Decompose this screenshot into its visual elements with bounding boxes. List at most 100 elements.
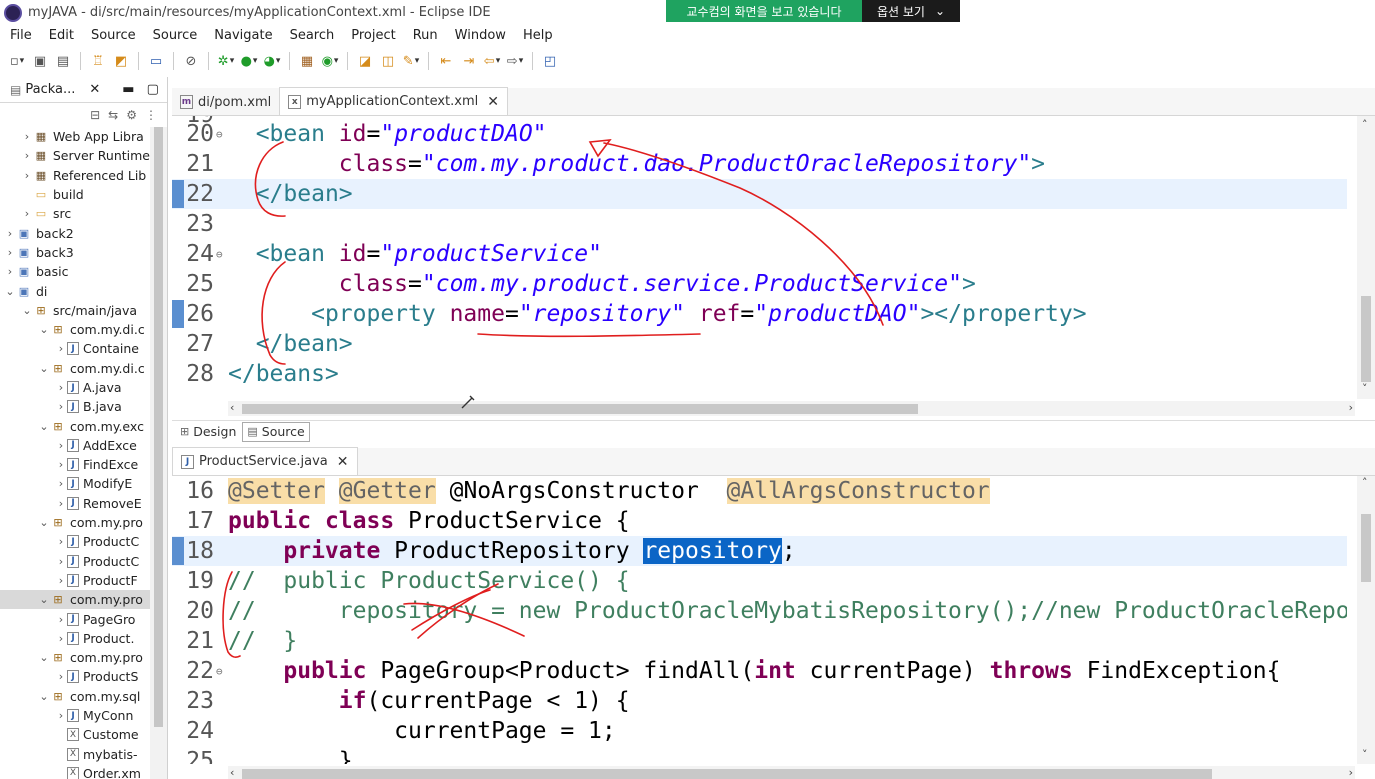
- forward-icon[interactable]: ⇨: [506, 52, 524, 70]
- collapsed-chevron-icon[interactable]: ›: [55, 632, 67, 645]
- maximize-icon[interactable]: ▢: [147, 82, 159, 97]
- collapsed-chevron-icon[interactable]: ›: [55, 497, 67, 510]
- menu-source[interactable]: Source: [81, 28, 143, 43]
- tree-item[interactable]: ⌄ ⊞ com.my.sql: [0, 687, 150, 706]
- tree-item[interactable]: › J ProductF: [0, 571, 150, 590]
- tree-item[interactable]: › ▣ basic: [0, 262, 150, 281]
- collapsed-chevron-icon[interactable]: ›: [55, 709, 67, 722]
- collapsed-chevron-icon[interactable]: ›: [55, 555, 67, 568]
- collapsed-chevron-icon[interactable]: ›: [4, 227, 16, 240]
- back-icon[interactable]: ⇦: [483, 52, 501, 70]
- menu-source-2[interactable]: Source: [143, 28, 205, 43]
- tree-item[interactable]: X Custome: [0, 725, 150, 744]
- fold-toggle-icon[interactable]: ⊖: [216, 248, 228, 261]
- open-folder-icon[interactable]: ◪: [356, 52, 374, 70]
- prev-annotation-icon[interactable]: ⇤: [437, 52, 455, 70]
- scroll-left-icon[interactable]: ‹: [230, 401, 234, 414]
- tree-item[interactable]: Xmybatis-: [0, 745, 150, 764]
- tree-item[interactable]: ⌄ ⊞ com.my.pro: [0, 648, 150, 667]
- expanded-chevron-icon[interactable]: ⌄: [38, 362, 50, 375]
- tree-item[interactable]: › J ModifyE: [0, 474, 150, 493]
- menu-navigate[interactable]: Navigate: [204, 28, 279, 43]
- tree-item[interactable]: ⌄ ⊞ com.my.exc: [0, 416, 150, 435]
- close-icon[interactable]: ✕: [487, 94, 499, 110]
- collapse-all-icon[interactable]: ⊟: [90, 108, 100, 122]
- scroll-down-icon[interactable]: ˅: [1362, 748, 1368, 761]
- collapsed-chevron-icon[interactable]: ›: [4, 265, 16, 278]
- tab-pom-xml[interactable]: m di/pom.xml: [172, 89, 279, 115]
- collapsed-chevron-icon[interactable]: ›: [55, 670, 67, 683]
- tree-item[interactable]: ⌄ ⊞ com.my.pro: [0, 590, 150, 610]
- xml-code-area[interactable]: 1920⊖ <bean id="productDAO"21 class="com…: [172, 116, 1347, 405]
- tab-my-application-context[interactable]: x myApplicationContext.xml ✕: [279, 87, 508, 115]
- menu-search[interactable]: Search: [280, 28, 342, 43]
- next-annotation-icon[interactable]: ⇥: [460, 52, 478, 70]
- expanded-chevron-icon[interactable]: ⌄: [38, 690, 50, 703]
- tree-item[interactable]: › ▭ src: [0, 204, 150, 223]
- tree-item[interactable]: › J ProductC: [0, 552, 150, 571]
- expanded-chevron-icon[interactable]: ⌄: [21, 304, 33, 317]
- tree-item[interactable]: › ▣ back2: [0, 223, 150, 242]
- collapsed-chevron-icon[interactable]: ›: [21, 169, 33, 182]
- expanded-chevron-icon[interactable]: ⌄: [38, 323, 50, 336]
- tree-item[interactable]: › ▦ Server Runtime: [0, 146, 150, 165]
- tree-item[interactable]: X Order.xm: [0, 764, 150, 779]
- tree-item[interactable]: › J ProductS: [0, 667, 150, 686]
- java-editor-vscrollbar[interactable]: ˄ ˅: [1357, 476, 1375, 764]
- collapsed-chevron-icon[interactable]: ›: [55, 342, 67, 355]
- menu-project[interactable]: Project: [341, 28, 402, 43]
- fold-toggle-icon[interactable]: ⊖: [216, 665, 228, 678]
- debug-icon[interactable]: ✲: [217, 52, 235, 70]
- scroll-right-icon[interactable]: ›: [1349, 401, 1353, 414]
- new-icon[interactable]: ▫: [8, 52, 26, 70]
- expanded-chevron-icon[interactable]: ⌄: [38, 651, 50, 664]
- tree-item[interactable]: ⌄ ⊞ src/main/java: [0, 301, 150, 320]
- java-editor-hscrollbar[interactable]: ‹ ›: [228, 766, 1355, 779]
- collapsed-chevron-icon[interactable]: ›: [55, 458, 67, 471]
- tab-design[interactable]: ⊞ Design: [176, 422, 240, 442]
- scroll-down-icon[interactable]: ˅: [1362, 382, 1368, 395]
- fold-toggle-icon[interactable]: ⊖: [216, 128, 228, 141]
- tree-item[interactable]: › J AddExce: [0, 436, 150, 455]
- collapsed-chevron-icon[interactable]: ›: [55, 613, 67, 626]
- collapsed-chevron-icon[interactable]: ›: [55, 574, 67, 587]
- expanded-chevron-icon[interactable]: ⌄: [38, 516, 50, 529]
- tree-item[interactable]: ⌄ ⊞ com.my.di.c: [0, 320, 150, 339]
- expanded-chevron-icon[interactable]: ⌄: [4, 285, 16, 298]
- scroll-left-icon[interactable]: ‹: [230, 766, 234, 779]
- tree-item[interactable]: › J ProductC: [0, 532, 150, 551]
- package-explorer-tab[interactable]: ▤ Packa... ✕ ▬ ▢: [0, 77, 167, 103]
- tree-item[interactable]: › ▣ back3: [0, 243, 150, 262]
- java-code-area[interactable]: 16 @Setter @Getter @NoArgsConstructor @Al…: [172, 476, 1347, 764]
- skip-breakpoints-icon[interactable]: ⊘: [182, 52, 200, 70]
- scroll-up-icon[interactable]: ˄: [1362, 118, 1368, 131]
- tree-item[interactable]: › J B.java: [0, 397, 150, 416]
- collapsed-chevron-icon[interactable]: ›: [55, 535, 67, 548]
- scroll-up-icon[interactable]: ˄: [1362, 476, 1368, 489]
- menu-edit[interactable]: Edit: [39, 28, 81, 43]
- tree-item[interactable]: › J PageGro: [0, 609, 150, 628]
- tree-item[interactable]: ⌄ ⊞ com.my.di.c: [0, 359, 150, 378]
- coverage-icon[interactable]: ◕: [263, 52, 281, 70]
- tree-item[interactable]: ⌄ ⊞ com.my.pro: [0, 513, 150, 532]
- collapsed-chevron-icon[interactable]: ›: [21, 130, 33, 143]
- tree-item[interactable]: › J Containe: [0, 339, 150, 358]
- link-editor-icon[interactable]: ⇆: [108, 108, 118, 122]
- tab-source[interactable]: ▤ Source: [242, 421, 310, 442]
- search-icon[interactable]: ✎: [402, 52, 420, 70]
- perspective-icon[interactable]: ◰: [541, 52, 559, 70]
- collapsed-chevron-icon[interactable]: ›: [4, 246, 16, 259]
- save-all-icon[interactable]: ▤: [54, 52, 72, 70]
- collapsed-chevron-icon[interactable]: ›: [21, 149, 33, 162]
- share-options-button[interactable]: 옵션 보기 ⌄: [862, 0, 960, 22]
- new-class-icon[interactable]: ◉: [321, 52, 339, 70]
- tree-item[interactable]: › J FindExce: [0, 455, 150, 474]
- close-icon[interactable]: ✕: [337, 454, 349, 470]
- minimize-icon[interactable]: ▬: [122, 82, 134, 97]
- tree-item[interactable]: › J RemoveE: [0, 494, 150, 513]
- open-task-icon[interactable]: ◫: [379, 52, 397, 70]
- filter-icon[interactable]: ⚙: [126, 108, 137, 122]
- run-icon[interactable]: ●: [240, 52, 258, 70]
- menu-file[interactable]: File: [0, 28, 39, 43]
- save-icon[interactable]: ▣: [31, 52, 49, 70]
